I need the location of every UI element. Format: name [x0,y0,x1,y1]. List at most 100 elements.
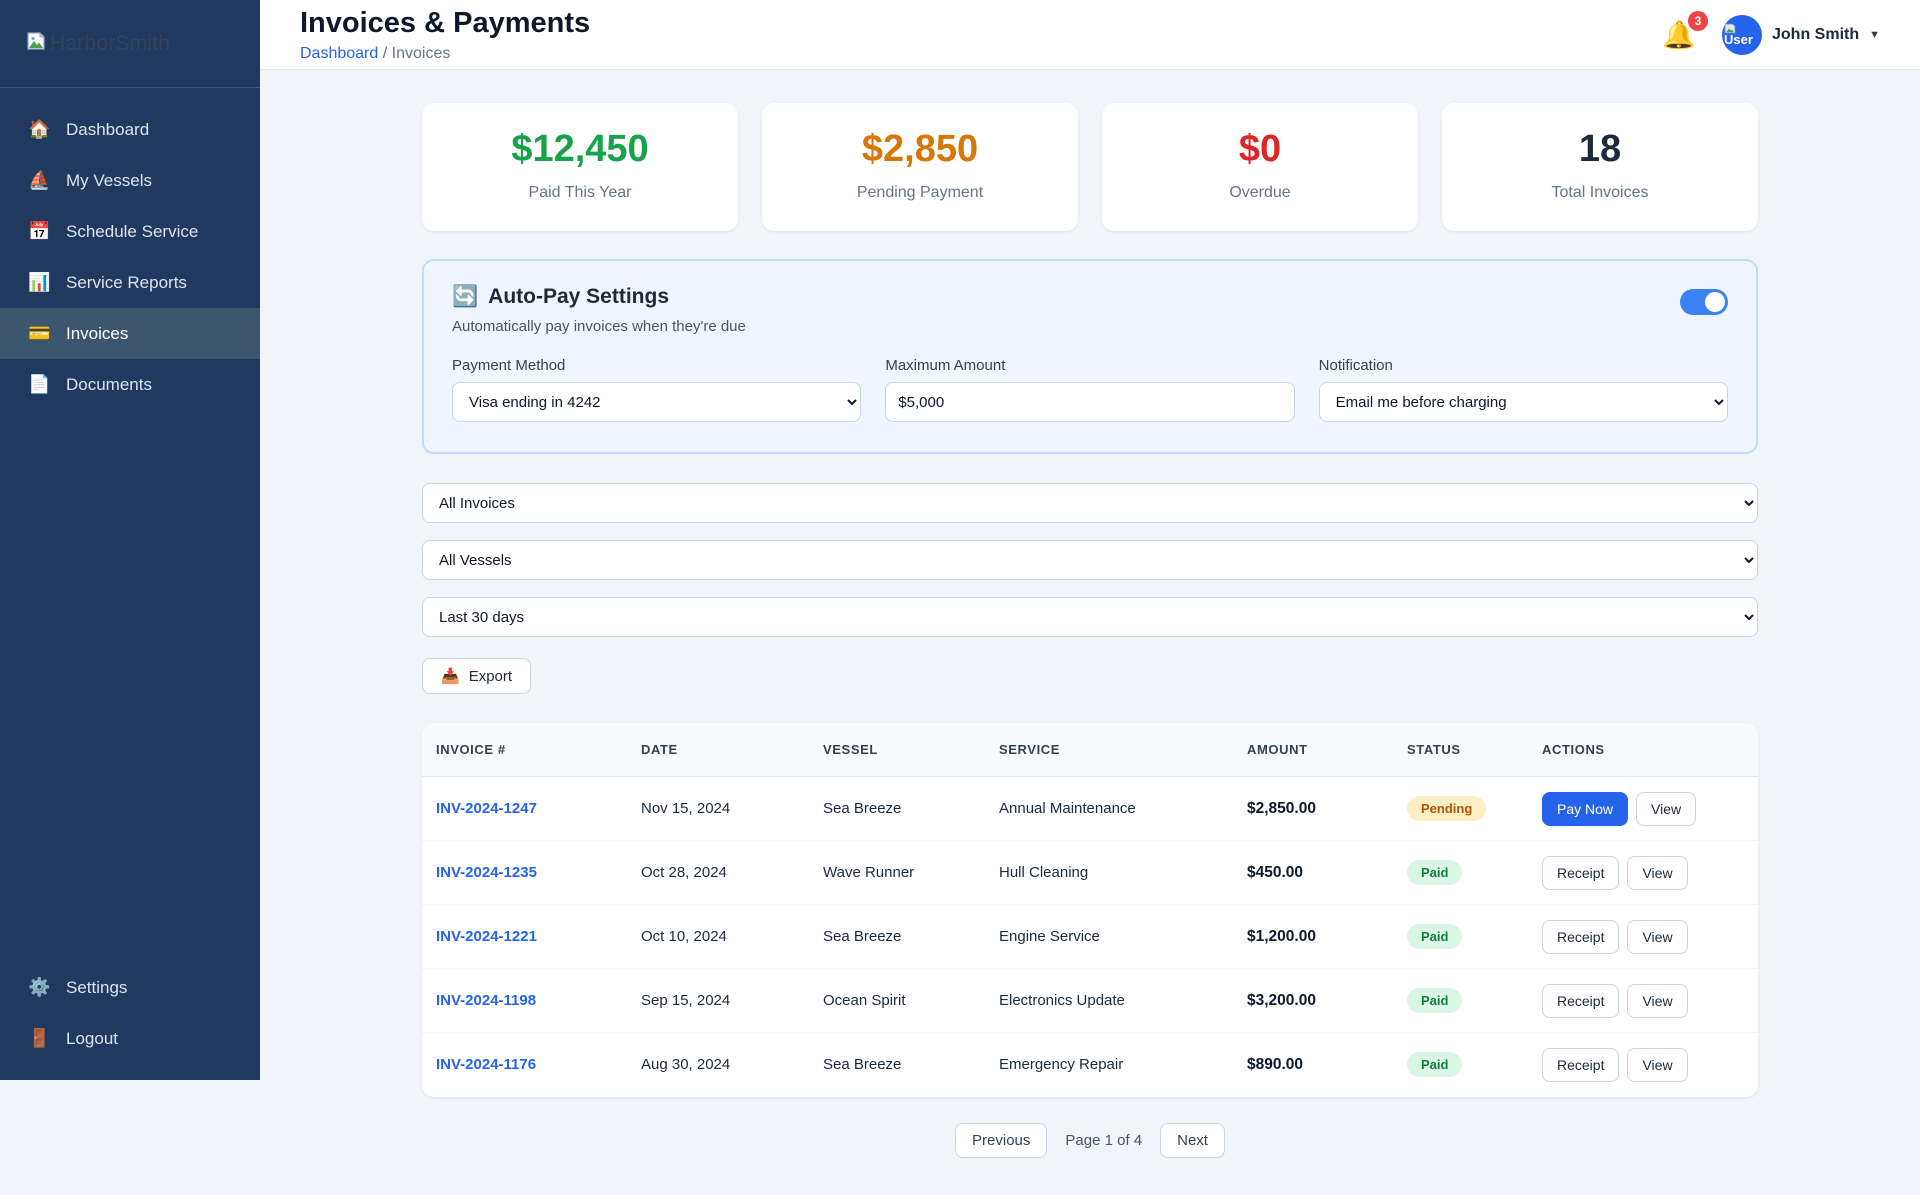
view-button[interactable]: View [1627,919,1688,954]
breadcrumb-separator-glyph: / [382,44,388,62]
invoice-link[interactable]: INV-2024-1198 [436,992,536,1009]
sidebar-item-my-vessels[interactable]: ⛵ My Vessels [0,155,260,206]
view-button[interactable]: View [1627,1047,1688,1082]
logo-alt-text: HarborSmith [50,31,171,55]
column-header-date: DATE [627,723,809,777]
autopay-panel: 🔄 Auto-Pay Settings Automatically pay in… [422,259,1758,454]
status-badge: Paid [1407,924,1463,949]
pay-now-button[interactable]: Pay Now [1542,791,1629,826]
invoices-table-card: INVOICE # DATE VESSEL SERVICE AMOUNT STA… [422,723,1758,1097]
invoice-service: Annual Maintenance [985,776,1233,841]
credit-card-icon: 💳 [28,323,51,343]
vessel-filter-select[interactable]: All Vessels [422,540,1758,580]
stats-row: $12,450 Paid This Year $2,850 Pending Pa… [422,103,1758,231]
receipt-button[interactable]: Receipt [1542,983,1620,1018]
invoice-date: Nov 15, 2024 [627,776,809,841]
sidebar-item-label: Dashboard [66,119,150,139]
autopay-title: 🔄 Auto-Pay Settings [452,285,746,309]
invoice-link[interactable]: INV-2024-1247 [436,800,537,817]
column-header-status: STATUS [1393,723,1528,777]
table-row: INV-2024-1235 Oct 28, 2024 Wave Runner H… [422,840,1758,905]
sailboat-icon: ⛵ [28,170,51,190]
user-name: John Smith [1772,25,1860,43]
invoice-link[interactable]: INV-2024-1221 [436,928,537,945]
status-badge: Paid [1407,860,1463,885]
invoice-vessel: Sea Breeze [809,776,985,841]
notification-select[interactable]: Email me before charging [1318,382,1728,422]
export-button[interactable]: 📥 Export [422,658,532,694]
user-menu[interactable]: User John Smith ▼ [1722,14,1880,55]
payment-method-label: Payment Method [452,357,566,374]
sidebar-item-logout[interactable]: 🚪 Logout [0,1013,260,1064]
breadcrumb-dashboard-link[interactable]: Dashboard [300,45,378,62]
view-button[interactable]: View [1627,983,1688,1018]
pagination: Previous Page 1 of 4 Next [422,1122,1758,1158]
autopay-toggle[interactable] [1680,289,1728,315]
invoice-amount: $3,200.00 [1233,968,1393,1033]
notifications-button[interactable]: 🔔 3 [1662,10,1708,51]
invoice-service: Emergency Repair [999,1056,1124,1074]
page-status: Page 1 of 4 [1065,1131,1143,1149]
invoice-link[interactable]: INV-2024-1235 [436,864,537,881]
content: $12,450 Paid This Year $2,850 Pending Pa… [422,70,1758,1158]
sidebar-item-label: Invoices [66,323,129,343]
column-header-invoice: INVOICE # [422,723,627,777]
stat-label: Pending Payment [856,184,984,201]
sidebar-item-documents[interactable]: 📄 Documents [0,359,260,410]
receipt-button[interactable]: Receipt [1542,1047,1620,1082]
invoice-amount: $1,200.00 [1233,904,1393,969]
receipt-button[interactable]: Receipt [1542,855,1620,890]
view-button[interactable]: View [1636,791,1697,826]
stat-card-overdue: $0 Overdue [1102,103,1418,231]
invoice-date: Oct 28, 2024 [627,840,809,905]
payment-method-field: Payment Method Visa ending in 4242 [452,357,862,422]
column-header-service: SERVICE [985,723,1233,777]
toggle-knob [1705,292,1725,312]
invoice-date: Sep 15, 2024 [627,968,809,1033]
export-button-label: Export [468,667,513,685]
date-range-filter-select[interactable]: Last 30 days [422,597,1758,637]
broken-image-icon [24,29,48,58]
main-area: Invoices & Payments Dashboard / Invoices… [260,0,1920,1158]
home-icon: 🏠 [28,119,51,139]
maximum-amount-field: Maximum Amount [885,357,1295,422]
sidebar-item-invoices[interactable]: 💳 Invoices [0,308,260,359]
maximum-amount-label: Maximum Amount [885,357,1006,374]
sidebar-item-dashboard[interactable]: 🏠 Dashboard [0,104,260,155]
sidebar-item-label: Service Reports [66,272,187,292]
sidebar-item-service-reports[interactable]: 📊 Service Reports [0,257,260,308]
stat-value: 18 [1578,128,1622,170]
autopay-title-text: Auto-Pay Settings [488,285,670,308]
sidebar-item-label: Schedule Service [66,221,199,241]
invoice-vessel: Sea Breeze [809,904,985,969]
autopay-subtitle: Automatically pay invoices when they're … [452,318,746,335]
invoice-service: Hull Cleaning [985,840,1233,905]
avatar-alt-text: User [1724,31,1753,47]
stat-value: $12,450 [511,128,649,170]
previous-page-button[interactable]: Previous [955,1122,1048,1158]
invoice-date: Aug 30, 2024 [641,1056,731,1074]
maximum-amount-input[interactable] [885,382,1295,422]
gear-icon: ⚙️ [28,977,51,997]
table-row: INV-2024-1247 Nov 15, 2024 Sea Breeze An… [422,776,1758,841]
invoice-status-filter-select[interactable]: All Invoices [422,483,1758,523]
receipt-button[interactable]: Receipt [1542,919,1620,954]
calendar-icon: 📅 [28,221,51,241]
invoice-service: Electronics Update [985,968,1233,1033]
sidebar-item-settings[interactable]: ⚙️ Settings [0,962,260,1013]
stat-value: $2,850 [861,128,979,170]
column-header-actions: ACTIONS [1528,723,1758,777]
document-icon: 📄 [28,374,51,394]
stat-card-pending-payment: $2,850 Pending Payment [762,103,1078,231]
breadcrumb-current: Invoices [391,44,451,62]
status-badge: Pending [1407,796,1487,821]
sidebar-item-label: Logout [66,1028,118,1048]
payment-method-select[interactable]: Visa ending in 4242 [452,382,862,422]
view-button[interactable]: View [1627,855,1688,890]
table-row: INV-2024-1176 Aug 30, 2024 Sea Breeze Em… [422,1033,1758,1097]
column-header-amount: AMOUNT [1233,723,1393,777]
invoice-link[interactable]: INV-2024-1176 [436,1056,536,1073]
sidebar-item-label: Settings [66,977,128,997]
sidebar-item-schedule-service[interactable]: 📅 Schedule Service [0,206,260,257]
next-page-button[interactable]: Next [1160,1122,1225,1158]
